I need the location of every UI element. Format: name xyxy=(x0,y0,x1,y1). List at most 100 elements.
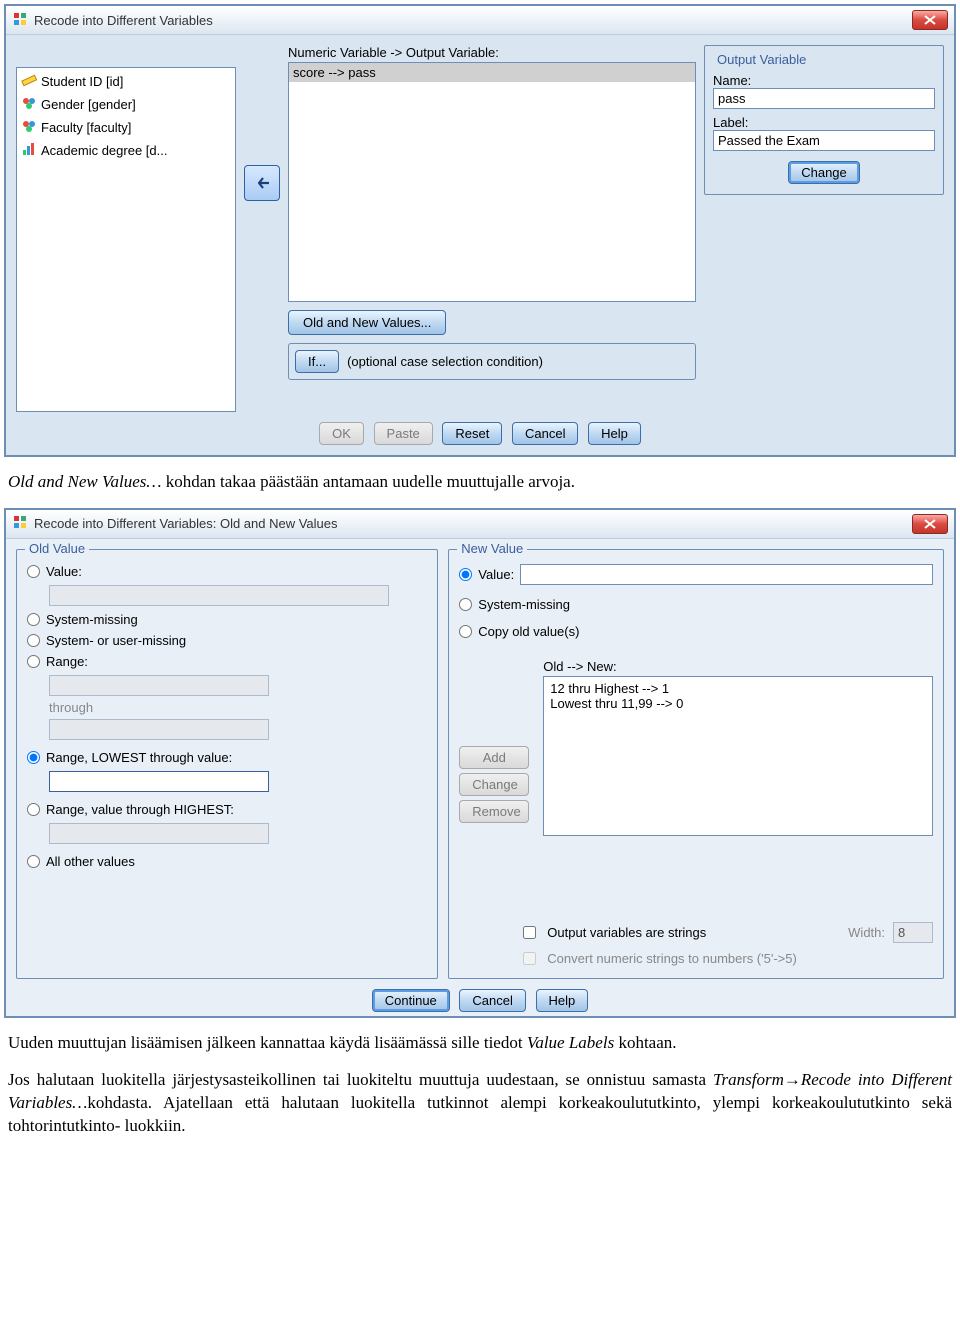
new-value-row[interactable]: Value: xyxy=(459,564,933,585)
if-button[interactable]: If... xyxy=(295,350,339,373)
old-range-high-row[interactable]: Range, value through HIGHEST: xyxy=(27,802,427,817)
close-button-2[interactable] xyxy=(912,514,948,534)
new-copy-radio[interactable] xyxy=(459,625,472,638)
output-variable-group: Output Variable Name: Label: Change xyxy=(704,45,944,195)
reset-button[interactable]: Reset xyxy=(442,422,502,445)
change2-button: Change xyxy=(459,773,529,796)
old-allother-row[interactable]: All other values xyxy=(27,854,427,869)
old-range-low-row[interactable]: Range, LOWEST through value: xyxy=(27,750,427,765)
old-sysmissing-row[interactable]: System-missing xyxy=(27,612,427,627)
mapping-row[interactable]: score --> pass xyxy=(289,63,695,82)
new-sysmissing-label: System-missing xyxy=(478,597,570,612)
output-strings-label: Output variables are strings xyxy=(547,925,706,940)
window-title-2: Recode into Different Variables: Old and… xyxy=(34,516,912,531)
source-variable-list[interactable]: Student ID [id] Gender [gender] Faculty [f… xyxy=(16,67,236,412)
old-range-low-input[interactable] xyxy=(49,771,269,792)
old-sysmissing-label: System-missing xyxy=(46,612,138,627)
oldnew-list-label: Old --> New: xyxy=(543,659,933,674)
name-input[interactable] xyxy=(713,88,935,109)
old-range-row[interactable]: Range: xyxy=(27,654,427,669)
move-arrow-button[interactable] xyxy=(244,165,280,201)
old-range-from xyxy=(49,675,269,696)
oldnew-item[interactable]: Lowest thru 11,99 --> 0 xyxy=(550,696,926,711)
new-value-radio[interactable] xyxy=(459,568,472,581)
old-allother-radio[interactable] xyxy=(27,855,40,868)
old-value-input xyxy=(49,585,389,606)
continue-button[interactable]: Continue xyxy=(372,989,450,1012)
new-value-label: Value: xyxy=(478,567,514,582)
var-icon xyxy=(21,118,37,137)
new-sysmissing-row[interactable]: System-missing xyxy=(459,597,933,612)
variable-item[interactable]: Faculty [faculty] xyxy=(19,116,233,139)
old-value-radio[interactable] xyxy=(27,565,40,578)
convert-label: Convert numeric strings to numbers ('5'-… xyxy=(547,951,797,966)
dialog-body: Student ID [id] Gender [gender] Faculty [f… xyxy=(6,35,954,455)
old-range-high-label: Range, value through HIGHEST: xyxy=(46,802,234,817)
old-value-group: Old Value Value: System-missing System- … xyxy=(16,549,438,979)
var-label: Academic degree [d... xyxy=(41,143,167,158)
ok-button: OK xyxy=(319,422,364,445)
cancel-button-2[interactable]: Cancel xyxy=(459,989,525,1012)
change-button[interactable]: Change xyxy=(788,161,860,184)
titlebar: Recode into Different Variables xyxy=(6,6,954,35)
old-value-label: Value: xyxy=(46,564,82,579)
new-value-input[interactable] xyxy=(520,564,933,585)
old-range-low-label: Range, LOWEST through value: xyxy=(46,750,232,765)
var-icon xyxy=(21,141,37,160)
doc-paragraph-2: Uuden muuttujan lisäämisen jälkeen kanna… xyxy=(8,1032,952,1055)
output-strings-checkbox[interactable] xyxy=(523,926,536,939)
titlebar-2: Recode into Different Variables: Old and… xyxy=(6,510,954,539)
variable-item[interactable]: Student ID [id] xyxy=(19,70,233,93)
recode-dialog: Recode into Different Variables Student … xyxy=(4,4,956,457)
old-new-values-dialog: Recode into Different Variables: Old and… xyxy=(4,508,956,1018)
old-sysusermissing-radio[interactable] xyxy=(27,634,40,647)
center-label: Numeric Variable -> Output Variable: xyxy=(288,45,696,60)
variable-item[interactable]: Gender [gender] xyxy=(19,93,233,116)
remove-button: Remove xyxy=(459,800,529,823)
old-range-radio[interactable] xyxy=(27,655,40,668)
output-variable-legend: Output Variable xyxy=(713,52,810,67)
if-condition-row: If... (optional case selection condition… xyxy=(288,343,696,380)
old-sysusermissing-label: System- or user-missing xyxy=(46,633,186,648)
dialog2-button-row: Continue Cancel Help xyxy=(16,989,944,1012)
label-input[interactable] xyxy=(713,130,935,151)
var-label: Gender [gender] xyxy=(41,97,136,112)
oldnew-list[interactable]: 12 thru Highest --> 1Lowest thru 11,99 -… xyxy=(543,676,933,836)
em-oldnew: Old and New Values… xyxy=(8,472,161,491)
old-sysusermissing-row[interactable]: System- or user-missing xyxy=(27,633,427,648)
width-input xyxy=(893,922,933,943)
convert-checkbox xyxy=(523,952,536,965)
old-range-high-radio[interactable] xyxy=(27,803,40,816)
new-copy-row[interactable]: Copy old value(s) xyxy=(459,624,933,639)
old-range-label: Range: xyxy=(46,654,88,669)
oldnew-item[interactable]: 12 thru Highest --> 1 xyxy=(550,681,926,696)
doc-paragraph-1: Old and New Values… kohdan takaa päästää… xyxy=(8,471,952,494)
variable-mapping-list[interactable]: score --> pass xyxy=(288,62,696,302)
var-icon xyxy=(21,72,37,91)
app-icon xyxy=(12,11,28,30)
width-label: Width: xyxy=(848,925,885,940)
new-sysmissing-radio[interactable] xyxy=(459,598,472,611)
var-label: Faculty [faculty] xyxy=(41,120,131,135)
add-button: Add xyxy=(459,746,529,769)
help-button[interactable]: Help xyxy=(588,422,641,445)
old-value-radio-row[interactable]: Value: xyxy=(27,564,427,579)
new-copy-label: Copy old value(s) xyxy=(478,624,579,639)
close-button[interactable] xyxy=(912,10,948,30)
var-label: Student ID [id] xyxy=(41,74,123,89)
app-icon-2 xyxy=(12,514,28,533)
doc-paragraph-3: Jos halutaan luokitella järjestysasteiko… xyxy=(8,1069,952,1138)
old-range-low-radio[interactable] xyxy=(27,751,40,764)
old-sysmissing-radio[interactable] xyxy=(27,613,40,626)
cancel-button[interactable]: Cancel xyxy=(512,422,578,445)
dialog2-body: Old Value Value: System-missing System- … xyxy=(6,539,954,1016)
dialog1-button-row: OK Paste Reset Cancel Help xyxy=(16,422,944,445)
old-new-values-button[interactable]: Old and New Values... xyxy=(288,310,446,335)
new-value-group: New Value Value: System-missing Copy old… xyxy=(448,549,944,979)
name-label: Name: xyxy=(713,73,935,88)
help-button-2[interactable]: Help xyxy=(536,989,589,1012)
new-value-legend: New Value xyxy=(457,541,527,556)
label-label: Label: xyxy=(713,115,935,130)
old-allother-label: All other values xyxy=(46,854,135,869)
variable-item[interactable]: Academic degree [d... xyxy=(19,139,233,162)
